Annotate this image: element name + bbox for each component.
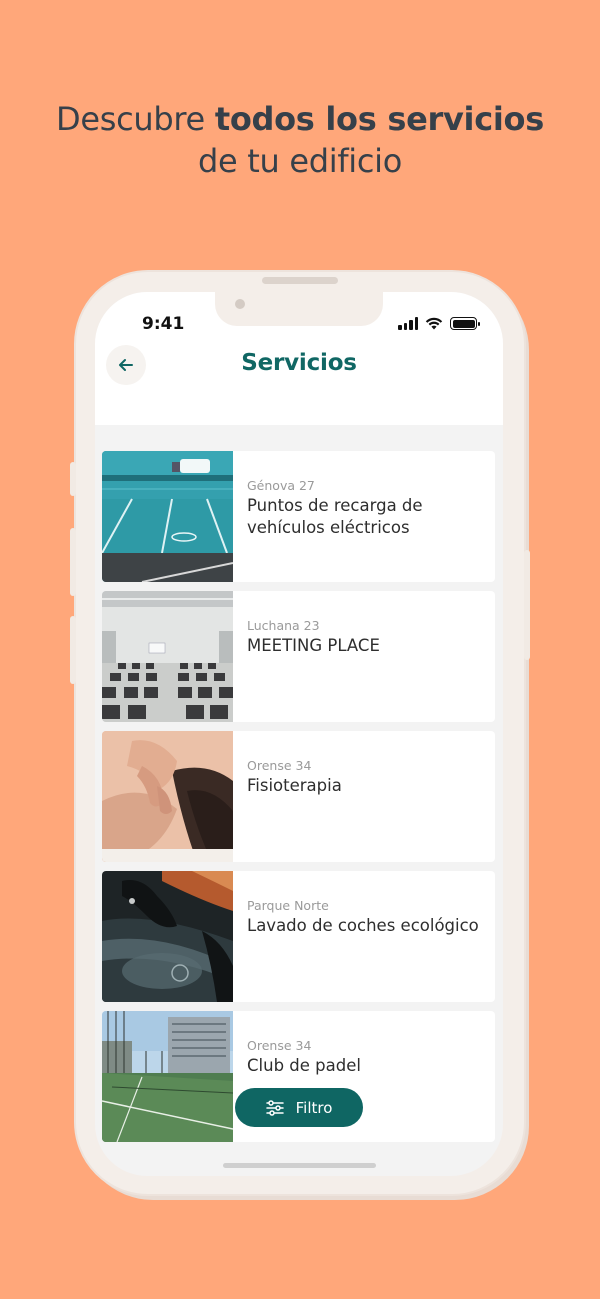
service-location: Orense 34 <box>247 758 312 773</box>
status-time: 9:41 <box>142 314 185 334</box>
service-card[interactable]: Orense 34 Fisioterapia <box>102 731 495 862</box>
side-button-left-2 <box>70 528 76 596</box>
headline-line2: de tu edificio <box>197 142 403 180</box>
sliders-icon <box>265 1099 284 1116</box>
service-name: Fisioterapia <box>247 776 342 795</box>
service-name: MEETING PLACE <box>247 636 380 655</box>
status-icons <box>398 317 480 330</box>
side-button-left-3 <box>70 616 76 684</box>
service-image-massage <box>102 731 233 862</box>
headline-normal: Descubre <box>56 100 215 138</box>
service-image-conference-room <box>102 591 233 722</box>
filter-label: Filtro <box>295 1098 333 1117</box>
notch <box>215 292 383 326</box>
services-list: Génova 27 Puntos de recarga de vehículos… <box>102 451 495 1151</box>
service-location: Orense 34 <box>247 1038 312 1053</box>
service-name: Puntos de recarga de vehículos eléctrico… <box>247 496 423 537</box>
service-image-car-wash <box>102 871 233 1002</box>
service-card[interactable]: Génova 27 Puntos de recarga de vehículos… <box>102 451 495 582</box>
service-card[interactable]: Parque Norte Lavado de coches ecológico <box>102 871 495 1002</box>
page-title: Servicios <box>241 350 357 376</box>
service-image-ev-charging <box>102 451 233 582</box>
service-card[interactable]: Luchana 23 MEETING PLACE <box>102 591 495 722</box>
camera-icon <box>235 299 245 309</box>
service-name: Club de padel <box>247 1056 361 1075</box>
app-header: 9:41 Servicios <box>95 292 503 425</box>
service-location: Génova 27 <box>247 478 315 493</box>
phone-screen: 9:41 Servicios Génova 27 Puntos de recar… <box>95 292 503 1176</box>
phone-speaker <box>262 277 338 284</box>
service-name: Lavado de coches ecológico <box>247 916 479 935</box>
cellular-signal-icon <box>398 317 418 330</box>
side-button-right <box>524 550 530 660</box>
wifi-icon <box>425 317 443 330</box>
service-location: Parque Norte <box>247 898 329 913</box>
filter-button[interactable]: Filtro <box>235 1088 363 1127</box>
service-location: Luchana 23 <box>247 618 320 633</box>
side-button-left-1 <box>70 462 76 496</box>
battery-icon <box>450 317 480 330</box>
home-indicator[interactable] <box>223 1163 376 1168</box>
service-image-padel-court <box>102 1011 233 1142</box>
headline-bold: todos los servicios <box>214 100 544 138</box>
headline: Descubre todos los servicios de tu edifi… <box>0 98 600 182</box>
